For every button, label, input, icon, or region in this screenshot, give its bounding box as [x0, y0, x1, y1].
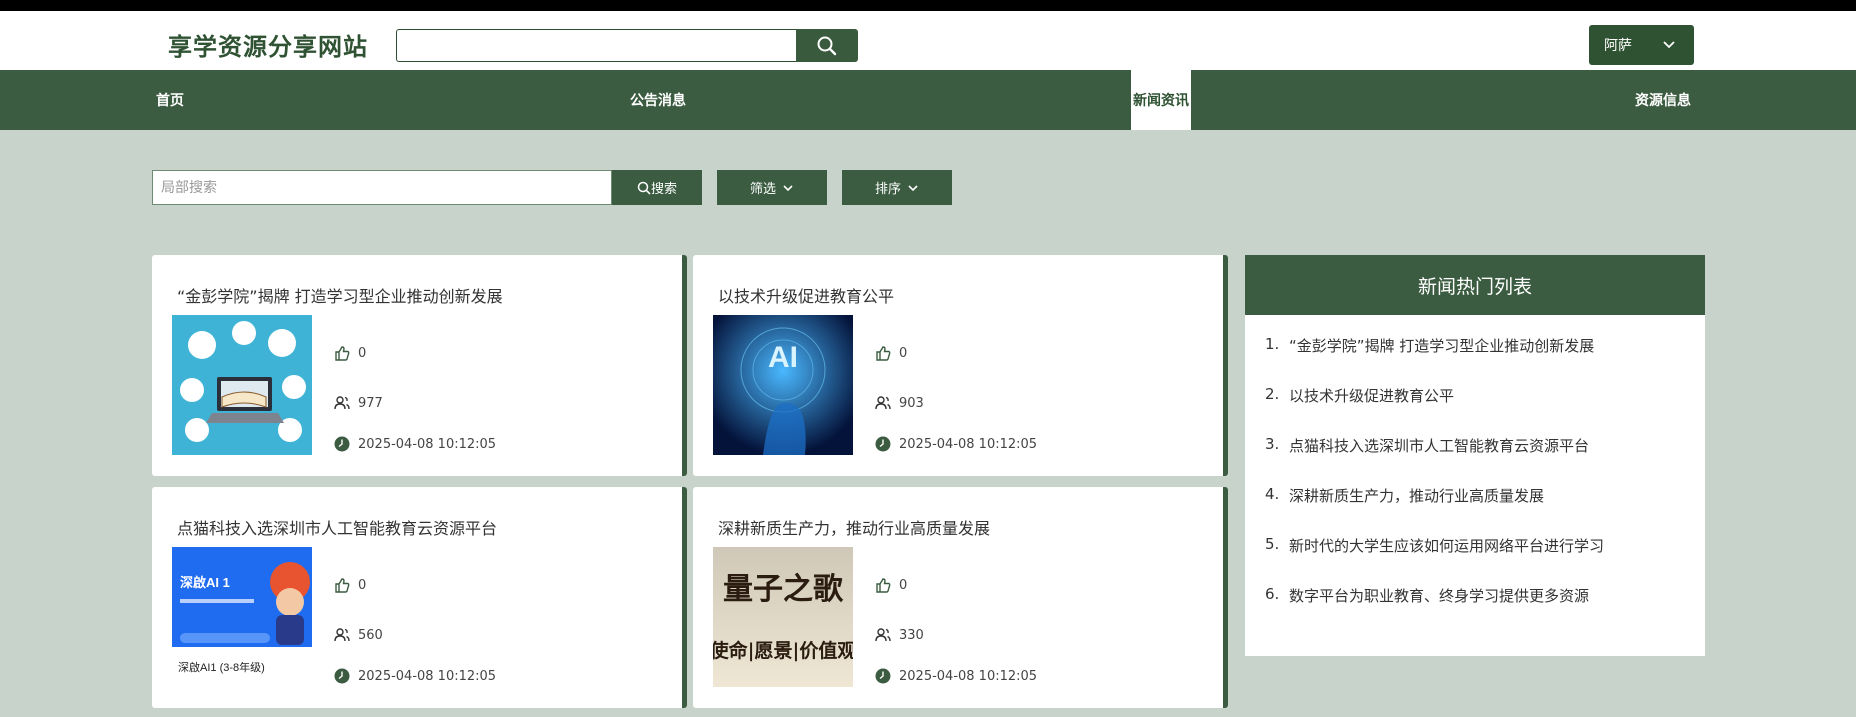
users-icon — [334, 396, 350, 410]
header: 享学资源分享网站 阿萨 — [0, 11, 1856, 70]
news-card[interactable]: 以技术升级促进教育公平 AI 0 903 2025-04-08 10:12:05 — [693, 255, 1228, 476]
hot-news-panel: 新闻热门列表 1. “金彭学院”揭牌 打造学习型企业推动创新发展 2. 以技术升级促… — [1245, 255, 1705, 656]
clock-icon — [875, 436, 891, 452]
hot-news-item[interactable]: 1. “金彭学院”揭牌 打造学习型企业推动创新发展 — [1265, 335, 1705, 385]
hot-news-text[interactable]: 数字平台为职业教育、终身学习提供更多资源 — [1289, 585, 1589, 606]
sort-dropdown-button[interactable]: 排序 — [842, 170, 952, 205]
thumbs-up-icon — [876, 346, 891, 361]
views-count: 903 — [899, 395, 924, 411]
publish-date: 2025-04-08 10:12:05 — [358, 436, 497, 452]
hot-news-text[interactable]: 以技术升级促进教育公平 — [1289, 385, 1454, 406]
news-card-title[interactable]: 以技术升级促进教育公平 — [718, 283, 894, 307]
thumbnail-deep-ai-text: 深啟AI 1 — [180, 575, 230, 590]
chevron-down-icon — [1663, 41, 1675, 49]
filter-dropdown-button[interactable]: 筛选 — [717, 170, 827, 205]
hot-news-number: 6. — [1265, 585, 1280, 603]
hot-news-number: 5. — [1265, 535, 1280, 553]
clock-icon — [334, 436, 350, 452]
thumbnail-quantum-subtitle: 使命|愿景|价值观 — [713, 639, 853, 662]
hot-news-number: 2. — [1265, 385, 1280, 403]
chevron-down-icon — [908, 184, 918, 191]
likes-count: 0 — [358, 577, 367, 593]
hot-news-list: 1. “金彭学院”揭牌 打造学习型企业推动创新发展 2. 以技术升级促进教育公平 3… — [1245, 315, 1705, 635]
global-search — [396, 29, 858, 62]
likes-count: 0 — [899, 577, 908, 593]
publish-date: 2025-04-08 10:12:05 — [358, 668, 497, 684]
global-search-button[interactable] — [796, 29, 858, 62]
hot-news-item[interactable]: 2. 以技术升级促进教育公平 — [1265, 385, 1705, 435]
chevron-down-icon — [783, 184, 793, 191]
news-card-title[interactable]: “金彭学院”揭牌 打造学习型企业推动创新发展 — [177, 283, 503, 307]
users-icon — [875, 628, 891, 642]
date-stat: 2025-04-08 10:12:05 — [875, 436, 1037, 452]
news-card-title[interactable]: 深耕新质生产力，推动行业高质量发展 — [718, 515, 990, 539]
users-icon — [334, 628, 350, 642]
sort-label: 排序 — [874, 182, 901, 197]
top-black-strip — [0, 0, 1856, 11]
date-stat: 2025-04-08 10:12:05 — [875, 668, 1037, 684]
views-count: 560 — [358, 627, 383, 643]
nav-item-news[interactable]: 新闻资讯 — [1131, 70, 1191, 130]
local-search-label: 搜索 — [650, 182, 677, 197]
hot-news-title: 新闻热门列表 — [1245, 255, 1705, 315]
news-thumbnail-online-education[interactable] — [172, 315, 312, 455]
hot-news-item[interactable]: 3. 点猫科技入选深圳市人工智能教育云资源平台 — [1265, 435, 1705, 485]
search-icon — [637, 181, 651, 195]
thumbnail-deep-ai-caption: 深啟AI1 (3-8年级) — [178, 660, 265, 674]
views-count: 330 — [899, 627, 924, 643]
local-search-button[interactable]: 搜索 — [612, 170, 702, 205]
views-stat: 977 — [334, 395, 383, 411]
thumbnail-ai-text: AI — [768, 341, 798, 374]
local-search-input[interactable] — [152, 170, 612, 205]
hot-news-item[interactable]: 5. 新时代的大学生应该如何运用网络平台进行学习 — [1265, 535, 1705, 585]
user-name: 阿萨 — [1604, 38, 1632, 54]
news-card-title[interactable]: 点猫科技入选深圳市人工智能教育云资源平台 — [177, 515, 497, 539]
main-nav: 首页 公告消息 新闻资讯 资源信息 — [0, 70, 1856, 130]
views-stat: 560 — [334, 627, 383, 643]
nav-item-resources[interactable]: 资源信息 — [1630, 70, 1696, 130]
nav-item-home[interactable]: 首页 — [150, 70, 190, 130]
news-thumbnail-deep-ai[interactable]: 深啟AI 1 深啟AI1 (3-8年级) — [172, 547, 312, 687]
views-stat: 330 — [875, 627, 924, 643]
publish-date: 2025-04-08 10:12:05 — [899, 668, 1038, 684]
clock-icon — [875, 668, 891, 684]
thumbs-up-icon — [335, 346, 350, 361]
hot-news-text[interactable]: 深耕新质生产力，推动行业高质量发展 — [1289, 485, 1544, 506]
likes-stat: 0 — [875, 345, 907, 361]
hot-news-number: 1. — [1265, 335, 1280, 353]
news-card[interactable]: 点猫科技入选深圳市人工智能教育云资源平台 深啟AI 1 深啟AI1 (3-8年级… — [152, 487, 687, 708]
thumbs-up-icon — [876, 578, 891, 593]
date-stat: 2025-04-08 10:12:05 — [334, 668, 496, 684]
global-search-input[interactable] — [396, 29, 796, 62]
filter-label: 筛选 — [749, 182, 776, 197]
views-count: 977 — [358, 395, 383, 411]
news-thumbnail-ai[interactable]: AI — [713, 315, 853, 455]
hot-news-text[interactable]: “金彭学院”揭牌 打造学习型企业推动创新发展 — [1289, 335, 1594, 356]
hot-news-number: 3. — [1265, 435, 1280, 453]
likes-stat: 0 — [334, 345, 366, 361]
hot-news-item[interactable]: 6. 数字平台为职业教育、终身学习提供更多资源 — [1265, 585, 1705, 635]
users-icon — [875, 396, 891, 410]
user-menu-button[interactable]: 阿萨 — [1589, 25, 1694, 65]
hot-news-text[interactable]: 新时代的大学生应该如何运用网络平台进行学习 — [1289, 535, 1604, 556]
views-stat: 903 — [875, 395, 924, 411]
search-icon — [817, 36, 837, 55]
likes-stat: 0 — [875, 577, 907, 593]
hot-news-item[interactable]: 4. 深耕新质生产力，推动行业高质量发展 — [1265, 485, 1705, 535]
nav-item-announcements[interactable]: 公告消息 — [625, 70, 691, 130]
news-card[interactable]: “金彭学院”揭牌 打造学习型企业推动创新发展 0 977 2025-04-08 … — [152, 255, 687, 476]
publish-date: 2025-04-08 10:12:05 — [899, 436, 1038, 452]
clock-icon — [334, 668, 350, 684]
likes-count: 0 — [899, 345, 908, 361]
hot-news-number: 4. — [1265, 485, 1280, 503]
site-title: 享学资源分享网站 — [168, 33, 368, 61]
thumbnail-quantum-title: 量子之歌 — [723, 572, 844, 607]
likes-stat: 0 — [334, 577, 366, 593]
hot-news-text[interactable]: 点猫科技入选深圳市人工智能教育云资源平台 — [1289, 435, 1589, 456]
thumbs-up-icon — [335, 578, 350, 593]
likes-count: 0 — [358, 345, 367, 361]
news-card[interactable]: 深耕新质生产力，推动行业高质量发展 量子之歌 使命|愿景|价值观 0 330 2… — [693, 487, 1228, 708]
date-stat: 2025-04-08 10:12:05 — [334, 436, 496, 452]
news-thumbnail-quantum-song[interactable]: 量子之歌 使命|愿景|价值观 — [713, 547, 853, 687]
